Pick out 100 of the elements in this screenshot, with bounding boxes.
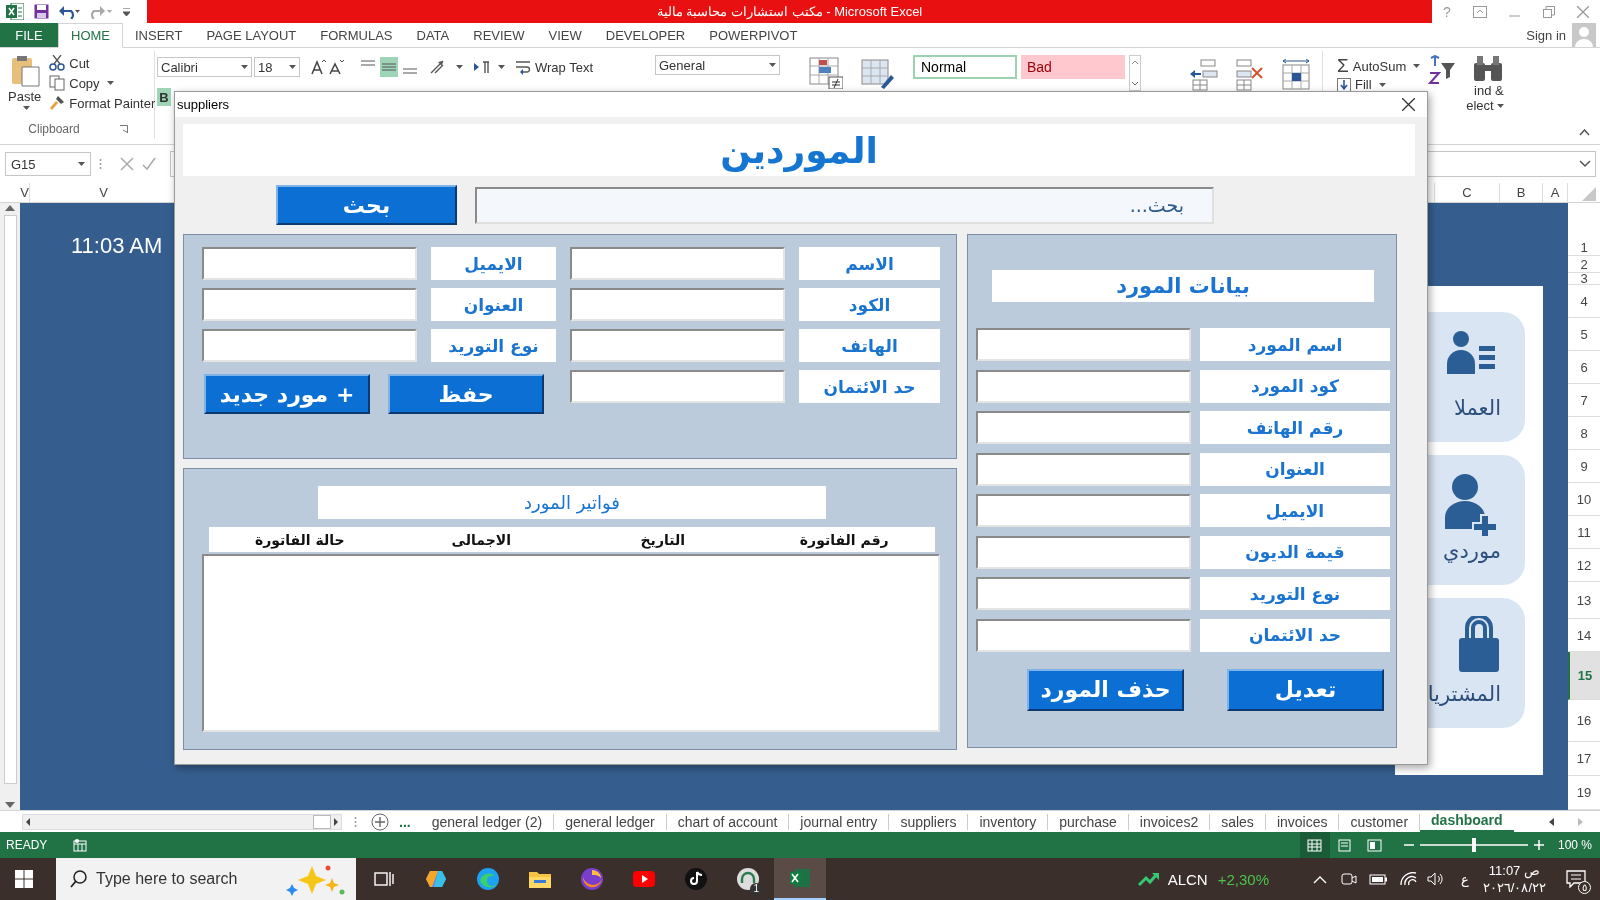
cell-style-option[interactable]: Bad [1021,55,1125,79]
fox-browser-icon[interactable] [580,867,604,891]
previous-sheet-icon[interactable] [1548,816,1556,827]
input-field[interactable] [976,535,1191,569]
dialog-launcher-icon[interactable] [119,125,128,133]
caret-icon[interactable] [22,106,30,110]
undo-icon[interactable] [59,4,81,19]
column-header[interactable]: C [1434,183,1500,202]
show-hidden-icons-icon[interactable] [1313,874,1327,884]
format-cells-icon[interactable] [1281,59,1311,91]
ribbon-tab[interactable]: VIEW [536,23,594,47]
ribbon-tab[interactable]: REVIEW [461,23,537,47]
zoom-slider-thumb[interactable] [1471,838,1476,852]
input-field[interactable] [976,577,1191,610]
caret-icon[interactable] [289,65,296,69]
caret-icon[interactable] [1496,103,1504,108]
delete-supplier-button[interactable]: حذف المورد [1027,668,1184,711]
new-supplier-button[interactable]: + مورد جديد [204,374,370,414]
check-icon[interactable] [142,157,156,171]
row-header[interactable]: 1 [1568,203,1600,256]
spreadsheet-app-icon[interactable] [788,866,812,890]
delete-cells-icon[interactable] [1235,59,1265,91]
input-field[interactable] [976,494,1191,527]
sheet-tab[interactable]: chart of account [666,813,790,830]
ribbon-tab[interactable]: FORMULAS [308,23,405,47]
increase-font-size-icon[interactable] [310,59,326,75]
spreadsheet-logo-icon[interactable] [6,3,24,20]
ribbon-tab[interactable]: INSERT [123,23,195,47]
input-field[interactable] [570,370,785,403]
caret-icon[interactable] [106,81,114,85]
wifi-icon[interactable] [1399,872,1417,886]
caret-icon[interactable] [1378,82,1386,87]
caret-icon[interactable] [769,63,776,67]
add-sheet-icon[interactable] [371,812,389,831]
stock-symbol[interactable]: ALCN [1167,870,1208,888]
input-field[interactable] [202,288,417,321]
sign-in-link[interactable]: Sign in [1526,27,1566,43]
name-box[interactable]: G15 [5,152,91,176]
bold-button[interactable]: B [157,88,171,106]
row-header[interactable]: 2 [1568,256,1600,273]
row-header[interactable]: 5 [1568,318,1600,351]
row-header[interactable]: 16 [1568,700,1600,742]
input-field[interactable] [976,452,1191,486]
input-field[interactable] [570,329,785,362]
row-header[interactable]: 9 [1568,450,1600,483]
sheet-tab[interactable]: general ledger (2) [420,813,555,830]
customize-menu-icon[interactable] [123,7,130,16]
conditional-formatting-icon[interactable] [809,57,843,89]
insert-cells-icon[interactable] [1189,59,1219,91]
row-header[interactable]: 7 [1568,384,1600,417]
column-header[interactable]: V [20,183,30,202]
stock-change[interactable]: +2,30% [1217,870,1269,888]
horizontal-scrollbar[interactable] [22,813,342,830]
more-sheets-button[interactable]: ... [399,813,411,830]
caret-icon[interactable] [498,65,505,69]
search-field[interactable]: بحث... [475,186,1214,224]
row-header[interactable]: 10 [1568,483,1600,516]
format-painter-button[interactable]: Format Painter [49,95,156,111]
sheet-tab[interactable]: general ledger [554,813,667,830]
row-header[interactable]: 11 [1568,516,1600,549]
expand-icon[interactable] [1579,160,1591,168]
row-header[interactable]: 13 [1568,582,1600,619]
format-as-table-icon[interactable] [861,57,895,89]
wrap-text-button[interactable]: Wrap Text [515,59,594,75]
row-header[interactable]: 3 [1568,273,1600,285]
music-note-icon[interactable] [684,867,708,891]
row-header[interactable]: 6 [1568,351,1600,384]
ribbon-display-icon[interactable] [1473,5,1488,18]
input-field[interactable] [976,328,1191,361]
column-header[interactable]: A [1543,183,1568,202]
restore-icon[interactable] [1542,5,1555,18]
cell-style-option[interactable]: Normal [913,55,1017,79]
stock-trend-icon[interactable] [1137,871,1160,887]
sheet-tab[interactable]: inventory [968,813,1049,830]
sheet-tab[interactable]: sales [1210,813,1266,830]
input-field[interactable] [202,247,417,280]
caret-icon[interactable] [78,162,85,166]
autosum-button[interactable]: Σ AutoSum [1337,55,1421,77]
ribbon-tab[interactable]: PAGE LAYOUT [194,23,309,47]
cut-button[interactable]: Cut [49,55,90,71]
row-header[interactable]: 4 [1568,285,1600,318]
sheet-tab[interactable]: customer [1339,813,1421,830]
collapse-ribbon-icon[interactable] [1579,129,1590,136]
row-header[interactable]: 15 [1568,652,1600,700]
input-field[interactable] [976,411,1191,444]
headphones-icon[interactable] [736,867,760,891]
language-indicator[interactable]: ع [1461,871,1469,887]
save-icon[interactable] [34,4,49,19]
decrease-font-size-icon[interactable] [328,59,344,75]
input-field[interactable] [202,329,417,362]
macro-recording-icon[interactable] [73,838,88,852]
font-size-field[interactable]: 18 [254,57,300,77]
paste-button[interactable]: Paste [8,55,42,111]
task-view-icon[interactable] [374,870,394,888]
normal-view-icon[interactable] [1299,832,1330,858]
close-icon[interactable] [1402,98,1415,111]
row-header[interactable]: 8 [1568,417,1600,450]
sheet-tab[interactable]: invoices2 [1128,813,1211,830]
ribbon-tab[interactable]: DATA [404,23,462,47]
camera-icon[interactable] [1341,872,1357,886]
